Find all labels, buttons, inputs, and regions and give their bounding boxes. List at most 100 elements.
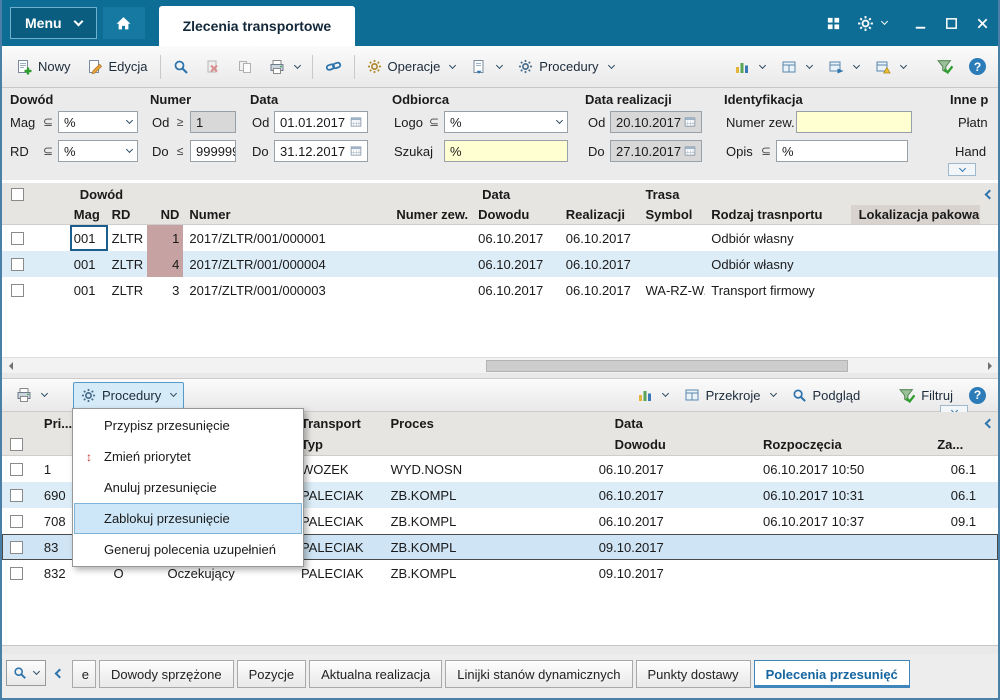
- layout-view-button[interactable]: [773, 53, 820, 81]
- data-do-field[interactable]: 31.12.2017: [274, 140, 368, 162]
- menu-item-zablokuj-przesuniecie[interactable]: Zablokuj przesunięcie: [74, 503, 302, 534]
- maximize-button[interactable]: [944, 16, 959, 31]
- calendar-icon[interactable]: [684, 116, 696, 128]
- panel-procedures-button[interactable]: Procedury: [73, 381, 185, 409]
- panel-help-button[interactable]: ?: [969, 386, 986, 404]
- scrollbar-thumb[interactable]: [486, 359, 848, 372]
- przekroje-button[interactable]: Przekroje: [676, 381, 784, 409]
- tab-zlecenia-transportowe[interactable]: Zlecenia transportowe: [158, 6, 356, 46]
- settings-button[interactable]: [857, 15, 889, 32]
- row-checkbox[interactable]: [10, 540, 24, 554]
- col-header-mag[interactable]: Mag: [70, 205, 108, 224]
- select-all-checkbox[interactable]: [11, 187, 25, 201]
- operator-gte-icon[interactable]: ≥: [174, 115, 186, 129]
- podglad-button[interactable]: Podgląd: [784, 382, 869, 409]
- row-checkbox[interactable]: [11, 283, 25, 297]
- numer-do-field[interactable]: 999999: [190, 140, 236, 162]
- row-checkbox[interactable]: [10, 566, 24, 580]
- row-checkbox[interactable]: [10, 488, 24, 502]
- menu-item-przypisz-przesuniecie[interactable]: Przypisz przesunięcie: [74, 410, 302, 441]
- realizacja-od-field[interactable]: 20.10.2017: [610, 111, 702, 133]
- alerts-view-button[interactable]: [867, 53, 914, 81]
- minimize-button[interactable]: [913, 16, 928, 31]
- mag-select[interactable]: %: [58, 111, 138, 133]
- row-checkbox[interactable]: [10, 462, 24, 476]
- delete-button[interactable]: [197, 53, 229, 81]
- col-header-transport[interactable]: Transport: [297, 412, 387, 434]
- table-row[interactable]: 001 ZLTR 4 2017/ZLTR/001/000004 06.10.20…: [2, 251, 998, 277]
- menu-item-generuj-polecenia[interactable]: Generuj polecenia uzupełnień: [74, 534, 302, 565]
- col-header-rozpoczecia[interactable]: Rozpoczęcia: [759, 434, 933, 455]
- calendar-icon[interactable]: [350, 116, 362, 128]
- logo-select[interactable]: %: [444, 111, 568, 133]
- edit-button[interactable]: Edycja: [79, 53, 156, 81]
- opis-field[interactable]: %: [776, 140, 908, 162]
- col-header-za[interactable]: Za...: [933, 434, 980, 455]
- copy-button[interactable]: [229, 53, 261, 81]
- scroll-right-button[interactable]: [982, 358, 998, 374]
- apps-grid-button[interactable]: [826, 16, 841, 31]
- panel-print-button[interactable]: [8, 381, 55, 409]
- tabs-scroll-left-button[interactable]: [49, 660, 69, 686]
- tab-linijki-stanow[interactable]: Linijki stanów dynamicznych: [445, 660, 633, 688]
- col-header-dowodu[interactable]: Dowodu: [595, 434, 759, 455]
- operator-lte-icon[interactable]: ≤: [174, 144, 186, 158]
- filter-expand-button[interactable]: [948, 163, 976, 176]
- col-header-proces[interactable]: Proces: [387, 412, 595, 434]
- home-button[interactable]: [102, 7, 145, 39]
- print-button[interactable]: [261, 53, 308, 81]
- panel-chart-button[interactable]: [629, 381, 676, 409]
- row-checkbox[interactable]: [11, 231, 25, 245]
- bottom-search-button[interactable]: [6, 660, 46, 686]
- tab-partial[interactable]: e: [72, 660, 96, 688]
- export-view-button[interactable]: [820, 53, 867, 81]
- col-header-numer-zew[interactable]: Numer zew.: [346, 205, 472, 224]
- calendar-icon[interactable]: [684, 145, 696, 157]
- numer-zew-field[interactable]: [796, 111, 912, 133]
- tab-dowody-sprzezone[interactable]: Dowody sprzężone: [99, 660, 234, 688]
- document-dropdown-button[interactable]: [463, 53, 510, 81]
- chart-view-button[interactable]: [726, 53, 773, 81]
- operator-subset-icon[interactable]: ⊆: [428, 115, 440, 129]
- filter-apply-button[interactable]: [928, 52, 961, 81]
- scrollbar-track[interactable]: [18, 358, 982, 374]
- col-header-nd[interactable]: ND: [147, 205, 183, 224]
- calendar-icon[interactable]: [350, 145, 362, 157]
- data-od-field[interactable]: 01.01.2017: [274, 111, 368, 133]
- rd-select[interactable]: %: [58, 140, 138, 162]
- help-button[interactable]: ?: [969, 58, 986, 75]
- scroll-left-button[interactable]: [2, 358, 18, 374]
- szukaj-field[interactable]: %: [444, 140, 568, 162]
- numer-od-field[interactable]: 1: [190, 111, 236, 133]
- select-all-checkbox[interactable]: [10, 438, 24, 451]
- tab-polecenia-przesuniec[interactable]: Polecenia przesunięć: [753, 660, 910, 688]
- realizacja-do-field[interactable]: 27.10.2017: [610, 140, 702, 162]
- menu-item-zmien-priorytet[interactable]: ↕ Zmień priorytet: [74, 441, 302, 472]
- col-header-realizacji[interactable]: Realizacji: [558, 205, 640, 224]
- operator-subset-icon[interactable]: ⊆: [42, 144, 54, 158]
- tab-pozycje[interactable]: Pozycje: [236, 660, 307, 688]
- horizontal-scrollbar[interactable]: [2, 357, 998, 373]
- collapse-left-icon[interactable]: [984, 189, 994, 199]
- col-header-numer[interactable]: Numer: [183, 205, 345, 224]
- tab-aktualna-realizacja[interactable]: Aktualna realizacja: [309, 660, 443, 688]
- new-button[interactable]: Nowy: [8, 53, 79, 81]
- col-header-lokalizacja[interactable]: Lokalizacja pakowa: [850, 205, 981, 224]
- operator-subset-icon[interactable]: ⊆: [760, 144, 772, 158]
- row-checkbox[interactable]: [10, 514, 24, 528]
- menu-item-anuluj-przesuniecie[interactable]: Anuluj przesunięcie: [74, 472, 302, 503]
- close-button[interactable]: [975, 16, 990, 31]
- operations-button[interactable]: Operacje: [359, 53, 464, 80]
- menu-button[interactable]: Menu: [10, 7, 97, 39]
- table-row[interactable]: 001 ZLTR 3 2017/ZLTR/001/000003 06.10.20…: [2, 277, 998, 303]
- procedures-button[interactable]: Procedury: [510, 53, 621, 80]
- search-button[interactable]: [165, 53, 197, 81]
- table-row[interactable]: 001 ZLTR 1 2017/ZLTR/001/000001 06.10.20…: [2, 225, 998, 251]
- link-button[interactable]: [317, 52, 350, 81]
- row-checkbox[interactable]: [11, 257, 25, 271]
- tab-punkty-dostawy[interactable]: Punkty dostawy: [635, 660, 751, 688]
- col-header-rd[interactable]: RD: [108, 205, 148, 224]
- collapse-left-icon[interactable]: [984, 418, 994, 428]
- col-header-dowodu[interactable]: Dowodu: [472, 205, 558, 224]
- col-header-rodzaj-transportu[interactable]: Rodzaj trasnportu: [705, 205, 850, 224]
